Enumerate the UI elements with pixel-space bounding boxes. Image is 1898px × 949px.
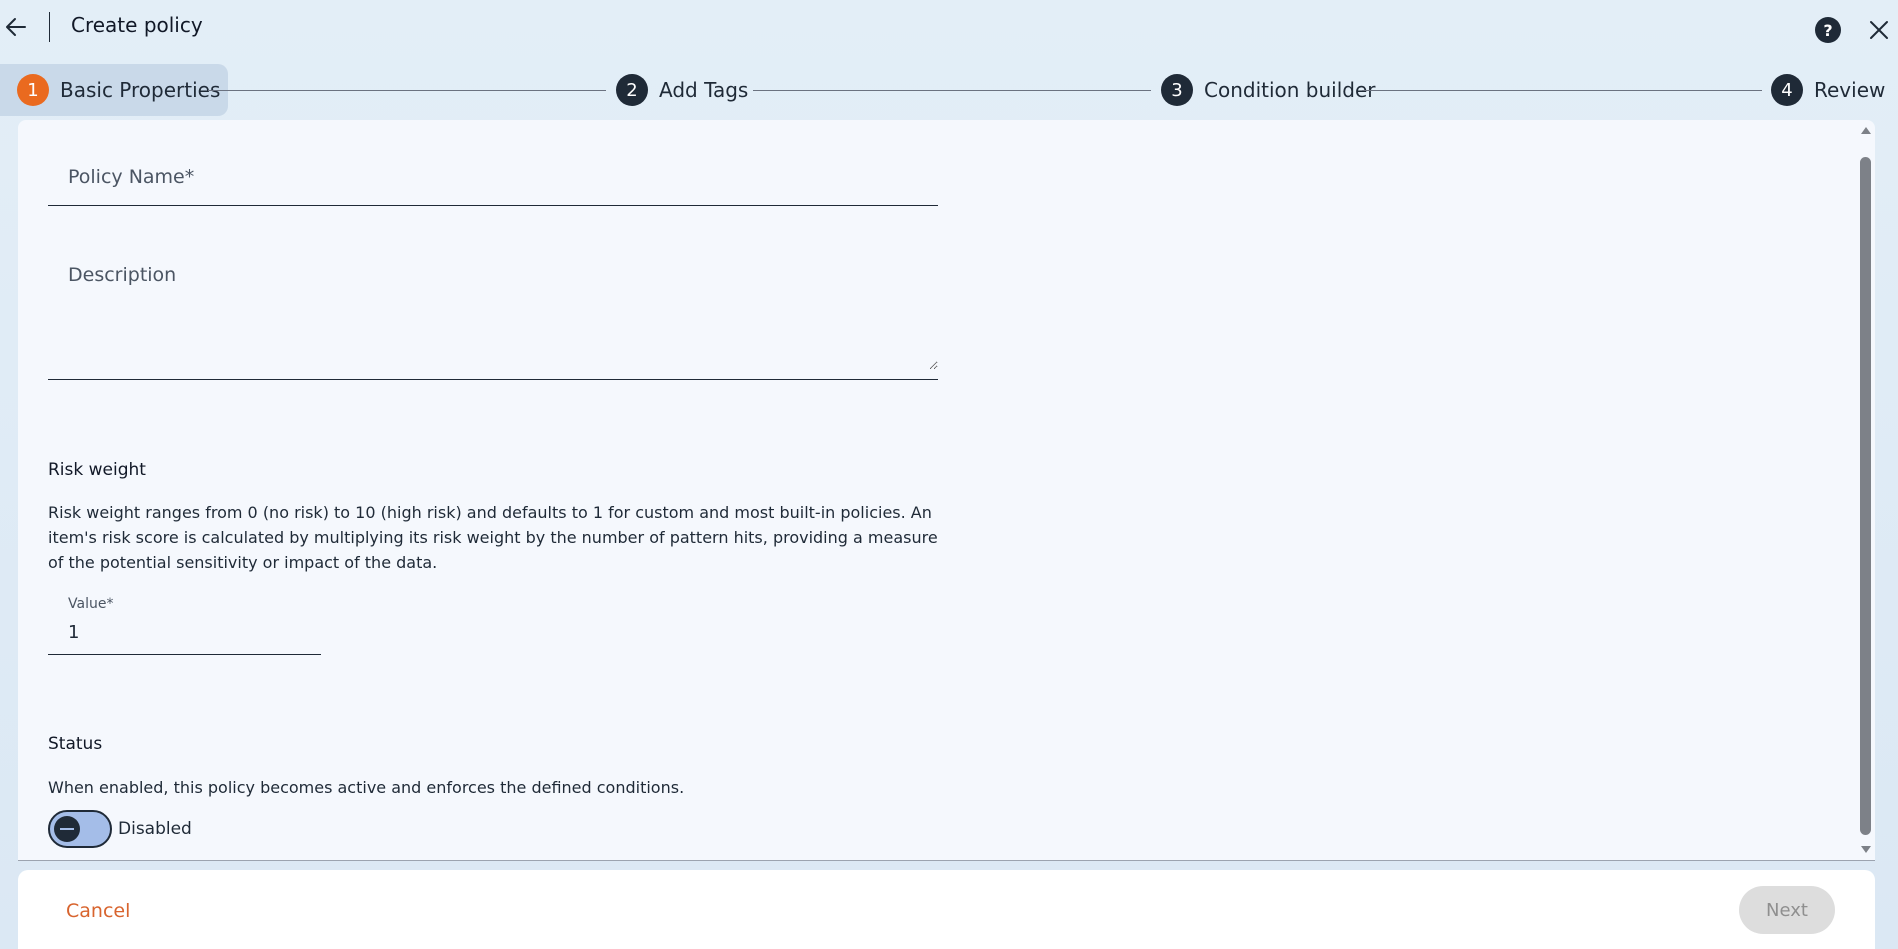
arrow-left-icon (6, 18, 26, 36)
status-toggle-row: Disabled (48, 810, 192, 848)
scroll-down-arrow-icon[interactable] (1860, 844, 1872, 856)
value-label: Value* (68, 596, 114, 612)
risk-weight-value-input[interactable] (68, 617, 308, 647)
policy-name-field (48, 150, 938, 206)
step-connector (208, 90, 606, 91)
toggle-knob (54, 816, 80, 842)
status-description: When enabled, this policy becomes active… (48, 778, 685, 797)
scroll-up-arrow-icon[interactable] (1860, 124, 1872, 136)
risk-weight-value-field: Value* (48, 593, 321, 655)
risk-weight-title: Risk weight (48, 460, 146, 480)
status-title: Status (48, 734, 103, 754)
description-input[interactable] (48, 258, 938, 370)
minus-icon (60, 828, 74, 830)
page-title: Create policy (71, 13, 203, 37)
next-button[interactable]: Next (1739, 886, 1835, 934)
risk-weight-description: Risk weight ranges from 0 (no risk) to 1… (48, 503, 938, 572)
step-review[interactable]: 4 Review (1771, 74, 1885, 106)
help-button[interactable]: ? (1815, 17, 1841, 43)
step-basic-properties[interactable]: 1 Basic Properties (17, 74, 220, 106)
form-card: Risk weight Risk weight ranges from 0 (n… (18, 120, 1875, 861)
close-icon (1870, 21, 1888, 39)
step-condition-builder[interactable]: 3 Condition builder (1161, 74, 1376, 106)
scroll-thumb[interactable] (1860, 157, 1871, 835)
step-label-basic-properties: Basic Properties (60, 78, 221, 102)
close-button[interactable] (1864, 15, 1894, 45)
step-number-2: 2 (616, 74, 648, 106)
policy-name-input[interactable] (48, 150, 938, 204)
step-number-1: 1 (17, 74, 49, 106)
step-label-add-tags: Add Tags (659, 78, 749, 102)
step-label-condition-builder: Condition builder (1204, 78, 1376, 102)
step-connector (1362, 90, 1762, 91)
status-toggle[interactable] (48, 810, 112, 848)
step-connector (753, 90, 1151, 91)
status-toggle-label: Disabled (118, 819, 192, 839)
step-label-review: Review (1814, 78, 1886, 102)
dialog-footer: Cancel Next (18, 870, 1875, 949)
description-field (48, 258, 938, 380)
step-add-tags[interactable]: 2 Add Tags (616, 74, 748, 106)
back-button[interactable] (0, 10, 32, 44)
form-scrollbar[interactable] (1857, 120, 1875, 860)
dialog-header: Create policy ? (0, 0, 1898, 56)
step-number-3: 3 (1161, 74, 1193, 106)
cancel-button[interactable]: Cancel (66, 900, 130, 922)
wizard-stepper: 1 Basic Properties 2 Add Tags 3 Conditio… (0, 64, 1898, 116)
step-number-4: 4 (1771, 74, 1803, 106)
header-divider (49, 12, 50, 42)
question-icon: ? (1823, 20, 1833, 40)
